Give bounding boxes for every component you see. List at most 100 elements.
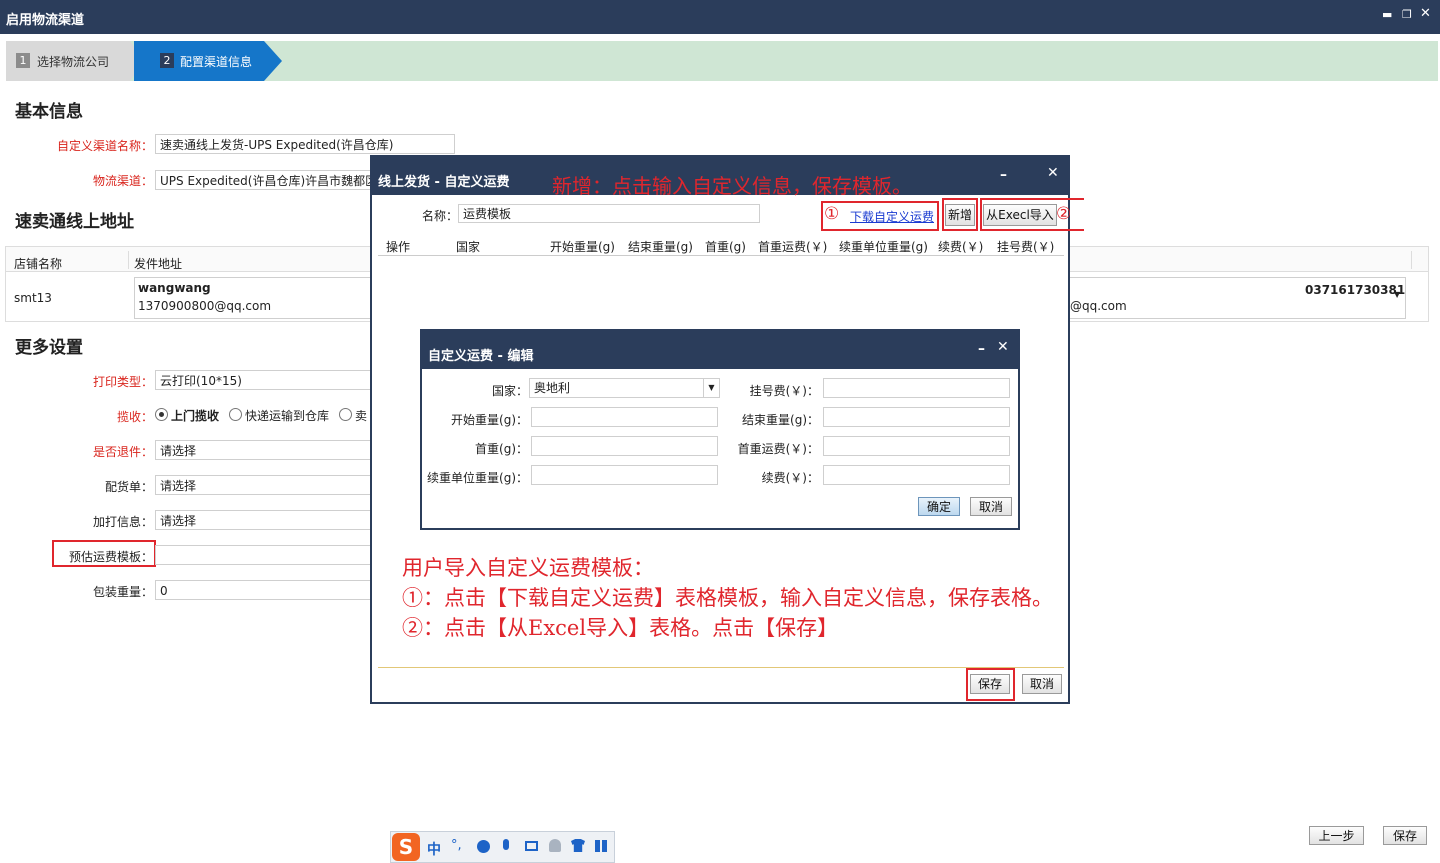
renew-fee-input[interactable] [823,465,1010,485]
start-weight-input[interactable] [531,407,718,427]
freight-table-header: 操作 国家 开始重量(g) 结束重量(g) 首重(g) 首重运费(￥) 续重单位… [378,235,1064,256]
extra-info-label: 加打信息： [92,515,153,529]
user-icon[interactable] [549,839,561,852]
radio-pickup-door-label: 上门揽收 [171,409,220,423]
step-2[interactable]: 2 配置渠道信息 [134,41,264,81]
marker-1: ① [824,204,840,224]
col-first-weight: 首重(g) [705,240,746,254]
col-start-weight: 开始重量(g) [550,240,615,254]
radio-pickup-warehouse-label: 快递运输到仓库 [245,409,330,423]
dialog-cancel-button[interactable]: 取消 [1022,674,1062,694]
col-end-weight: 结束重量(g) [628,240,693,254]
sender-name: wangwang [138,281,211,295]
add-button[interactable]: 新增 [945,204,975,226]
col-unit-weight: 续重单位重量(g) [839,240,928,254]
close-icon[interactable]: ✕ [997,339,1009,355]
end-weight-label: 结束重量(g)： [742,413,819,427]
step-2-number: 2 [160,53,174,68]
annotation-line-3: ②：点击【从Excel导入】表格。点击【保存】 [402,616,839,640]
sogou-logo-icon[interactable]: S [392,833,420,861]
end-weight-input[interactable] [823,407,1010,427]
keyboard-icon[interactable] [525,841,538,851]
first-weight-input[interactable] [531,436,718,456]
close-icon[interactable]: ✕ [1047,165,1059,181]
wizard-steps: 1 选择物流公司 2 配置渠道信息 [6,41,1438,81]
start-weight-label: 开始重量(g)： [451,413,528,427]
section-more-title: 更多设置 [15,338,83,358]
prev-step-button[interactable]: 上一步 [1309,826,1364,845]
dialog-footer-divider [378,667,1064,668]
channel-name-label: 自定义渠道名称： [56,139,153,153]
print-type-label: 打印类型： [92,375,153,389]
radio-pickup-warehouse[interactable] [229,408,242,421]
freight-dialog-title: 线上发货 - 自定义运费 [378,175,510,190]
annotation-line-1: 用户导入自定义运费模板： [402,556,654,580]
chevron-down-icon[interactable]: ▼ [703,379,719,397]
channel-name-input[interactable]: 速卖通线上发货-UPS Expedited(许昌仓库) [155,134,455,154]
first-fee-input[interactable] [823,436,1010,456]
radio-pickup-door[interactable] [155,408,168,421]
weight-label: 包装重量： [92,585,153,599]
toolbox-icon[interactable] [595,840,607,852]
col-first-fee: 首重运费(￥) [758,240,828,254]
microphone-icon[interactable] [503,839,509,850]
chevron-down-icon[interactable]: ▼ [1394,290,1400,299]
radio-pickup-seller[interactable] [339,408,352,421]
step-1[interactable]: 1 选择物流公司 [6,41,130,81]
footer-save-button[interactable]: 保存 [1383,826,1427,845]
reg-fee-input[interactable] [823,378,1010,398]
template-label: 预估运费模板： [68,550,153,564]
edit-ok-button[interactable]: 确定 [918,497,960,516]
first-weight-label: 首重(g)： [475,442,528,456]
return-select[interactable]: 请选择 [155,440,375,460]
ime-toolbar: S 中 °, [390,831,615,863]
country-select[interactable]: 奥地利 [529,378,720,398]
import-excel-button[interactable]: 从Execl导入 [983,204,1057,226]
radio-pickup-seller-label: 卖 [355,409,368,423]
return-label: 是否退件： [92,445,153,459]
col-divider [1411,251,1412,269]
section-basic-title: 基本信息 [15,102,83,122]
unit-weight-label: 续重单位重量(g)： [427,471,528,485]
first-fee-label: 首重运费(￥)： [737,442,819,456]
col-shop: 店铺名称 [14,257,63,271]
template-name-input[interactable]: 运费模板 [458,204,760,223]
step-2-label: 配置渠道信息 [180,55,253,69]
annotation-top: 新增：点击输入自定义信息，保存模板。 [552,174,912,198]
renew-fee-label: 续费(￥)： [761,471,819,485]
sender-phone: 037161730381 [1305,283,1406,297]
download-template-link[interactable]: 下载自定义运费 [850,208,934,225]
ime-punct-icon[interactable]: °, [451,838,462,853]
col-reg-fee: 挂号费(￥) [997,240,1055,254]
dialog-save-button[interactable]: 保存 [970,674,1010,694]
weight-input[interactable]: 0 [155,580,375,600]
step-1-number: 1 [16,53,30,68]
extra-info-select[interactable]: 请选择 [155,510,375,530]
template-select[interactable] [155,545,375,565]
close-icon[interactable]: ✕ [1420,6,1431,21]
template-name-label: 名称： [422,209,459,223]
minimize-icon[interactable]: – [1000,167,1007,183]
unit-weight-input[interactable] [531,465,718,485]
col-renew-fee: 续费(￥) [938,240,984,254]
restore-icon[interactable]: ❐ [1402,8,1412,21]
window-titlebar: 启用物流渠道 ▬ ❐ ✕ [0,0,1440,34]
print-type-select[interactable]: 云打印(10*15) [155,370,375,390]
step-2-arrow [264,41,282,81]
shop-name: smt13 [14,291,52,305]
minimize-icon[interactable]: ▬ [1382,8,1392,21]
ime-chinese-mode[interactable]: 中 [427,839,441,859]
logistics-label: 物流渠道： [92,174,153,188]
logistics-select[interactable]: UPS Expedited(许昌仓库)许昌市魏都区 [155,170,375,190]
emoji-icon[interactable] [477,840,490,853]
packing-label: 配货单： [104,480,153,494]
marker-2: ② [1056,204,1072,224]
packing-select[interactable]: 请选择 [155,475,375,495]
edit-cancel-button[interactable]: 取消 [970,497,1012,516]
minimize-icon[interactable]: – [978,341,985,357]
freight-edit-title: 自定义运费 - 编辑 [428,349,534,364]
skin-icon[interactable] [571,839,585,852]
col-address: 发件地址 [134,257,183,271]
pickup-label: 揽收： [116,410,153,424]
country-label: 国家： [491,384,528,398]
